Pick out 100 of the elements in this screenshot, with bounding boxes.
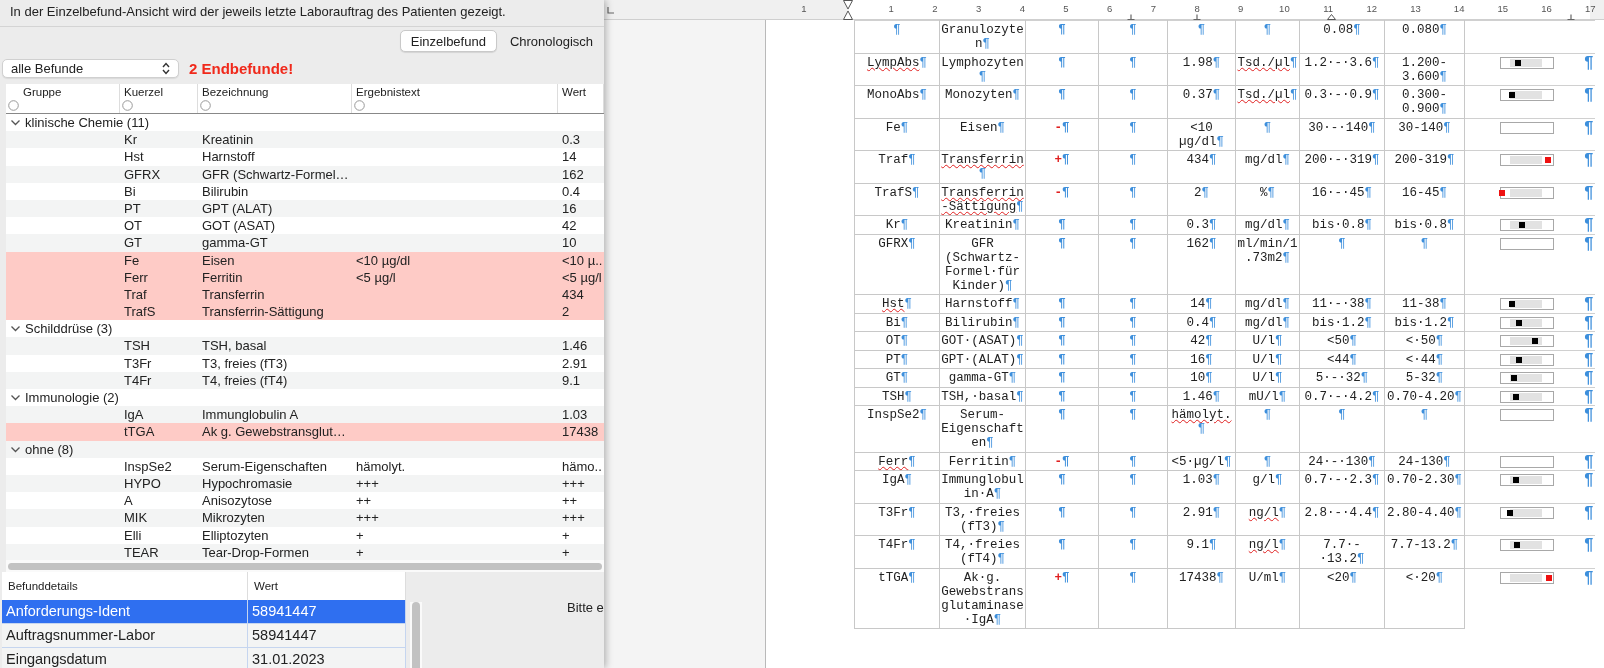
- pilcrow-mark: ¶: [1583, 334, 1594, 348]
- table-cell-text: +++: [561, 509, 586, 527]
- result-row[interactable]: Elli Elliptozyten + +: [6, 526, 604, 544]
- result-row[interactable]: InspSe2 Serum-Eigenschaften hämolyt. hämo..: [6, 457, 604, 475]
- table-cell: InspSe2¶: [854, 405, 940, 452]
- pilcrow-mark: ¶: [1583, 538, 1594, 552]
- view-tab[interactable]: Chronologisch: [498, 30, 604, 52]
- table-cell-text: Hypochromasie: [201, 474, 294, 493]
- table-cell: 30-140¶: [1384, 118, 1465, 151]
- table-cell: 16¶: [1167, 350, 1236, 369]
- result-row[interactable]: TSH TSH, basal 1.46: [6, 337, 604, 355]
- result-row[interactable]: TEAR Tear-Drop-Formen + +: [6, 543, 604, 560]
- view-tab[interactable]: Einzelbefund: [399, 30, 497, 52]
- pilcrow-mark: ¶: [1583, 236, 1594, 251]
- result-row[interactable]: tTGA Ak g. Gewebstransglut… 17438: [6, 423, 604, 441]
- result-row[interactable]: Bi Bilirubin 0.4: [6, 182, 604, 200]
- detail-row[interactable]: Anforderungs-Ident 58941447: [2, 600, 406, 624]
- table-cell-text: MIK: [123, 509, 149, 527]
- table-cell: Immunglobulin·A¶: [939, 470, 1026, 503]
- result-row[interactable]: T3Fr T3, freies (fT3) 2.91: [6, 354, 604, 372]
- range-bar: [1500, 121, 1554, 134]
- ruler-number: 5: [1063, 3, 1069, 14]
- range-bar: [1500, 409, 1554, 421]
- result-row[interactable]: A Anisozytose ++ ++: [6, 492, 604, 510]
- column-header[interactable]: Kuerzel: [122, 86, 197, 98]
- result-row[interactable]: T4Fr T4, freies (fT4) 9.1: [6, 371, 604, 389]
- table-cell: U/l¶: [1235, 350, 1300, 369]
- result-row[interactable]: OT GOT (ASAT) 42: [6, 217, 604, 235]
- column-header[interactable]: Ergebnistext: [354, 86, 557, 98]
- result-row[interactable]: PT GPT (ALAT) 16: [6, 199, 604, 218]
- pilcrow-mark: ¶: [1583, 352, 1594, 367]
- table-cell: 0.7·-·4.2¶: [1299, 387, 1385, 406]
- column-header[interactable]: Gruppe: [8, 86, 119, 98]
- table-cell-text: Transferrin-Sättigung: [201, 303, 325, 321]
- table-cell: 10¶: [1167, 368, 1236, 387]
- filter-dropdown[interactable]: alle Befunde: [2, 58, 179, 78]
- table-cell-text: T3Fr: [123, 354, 153, 372]
- table-cell: <50¶: [1299, 331, 1385, 350]
- table-cell: ¶: [1098, 470, 1168, 503]
- ruler-number: 11: [1323, 3, 1334, 14]
- column-header[interactable]: Wert: [560, 86, 603, 98]
- table-cell: ¶: [1235, 20, 1300, 53]
- table-cell: 58941447: [248, 624, 406, 647]
- table-cell-text: GFR (Schwartz-Formel…: [201, 165, 350, 183]
- tab-stop-icon: [607, 6, 615, 14]
- table-cell-text: Hst: [123, 148, 145, 166]
- table-cell: 1.46¶: [1167, 387, 1236, 406]
- table-cell: 42¶: [1167, 331, 1236, 350]
- table-cell-text: 2: [561, 303, 571, 321]
- table-cell-text: Mikrozyten: [201, 509, 266, 527]
- ruler-number: 10: [1279, 3, 1290, 14]
- detail-row[interactable]: Auftragsnummer-Labor 58941447: [2, 624, 406, 648]
- detail-row[interactable]: Eingangsdatum 31.01.2023: [2, 648, 406, 668]
- table-cell: U/l¶: [1235, 368, 1300, 387]
- table-cell: tTGA¶: [854, 568, 940, 629]
- table-cell: TSH,·basal¶: [939, 387, 1026, 406]
- table-cell: ¶: [1235, 405, 1300, 452]
- table-cell: U/ml¶: [1235, 568, 1300, 629]
- group-label: ohne (8): [25, 440, 74, 458]
- ruler-number: 15: [1497, 3, 1509, 14]
- table-cell: ¶: [1098, 331, 1168, 350]
- table-cell-text: Anisozytose: [201, 492, 274, 510]
- table-cell-text: Tear-Drop-Formen: [201, 543, 310, 560]
- pilcrow-mark: ¶: [1583, 454, 1594, 469]
- table-cell: gamma-GT¶: [939, 368, 1026, 387]
- result-row[interactable]: MIK Mikrozyten +++ +++: [6, 509, 604, 527]
- result-row[interactable]: IgA Immunglobulin A 1.03: [6, 406, 604, 424]
- ruler-number: 17: [1584, 3, 1596, 14]
- scrollbar-thumb[interactable]: [412, 602, 420, 668]
- table-cell: 30·-·140¶: [1299, 118, 1385, 151]
- table-cell: -¶: [1025, 452, 1099, 471]
- table-cell: ng/l¶: [1235, 535, 1300, 568]
- column-header[interactable]: Bezeichnung: [200, 86, 351, 98]
- table-cell: 11-38¶: [1384, 294, 1465, 313]
- table-cell: +¶: [1025, 150, 1099, 183]
- ruler-number: 7: [1150, 3, 1156, 14]
- table-cell: ¶: [1025, 368, 1099, 387]
- ruler-number: 2: [932, 3, 938, 14]
- table-cell: ¶: [1098, 85, 1168, 118]
- table-cell: LympAbs¶: [854, 53, 940, 86]
- ruler-number: 1: [801, 3, 807, 14]
- table-cell: 0.3¶: [1167, 215, 1236, 234]
- table-cell: <·50¶: [1384, 331, 1465, 350]
- table-cell-text: +: [561, 543, 571, 560]
- result-row[interactable]: Hst Harnstoff 14: [6, 148, 604, 166]
- table-cell-text: Fe: [123, 251, 141, 269]
- table-cell: 200-319¶: [1384, 150, 1465, 183]
- result-row[interactable]: GT gamma-GT 10: [6, 234, 604, 252]
- scrollbar-thumb[interactable]: [8, 562, 602, 570]
- table-cell-text: Eisen: [201, 251, 236, 269]
- result-row[interactable]: HYPO Hypochromasie +++ +++: [6, 474, 604, 493]
- result-row[interactable]: GFRX GFR (Schwartz-Formel… 162: [6, 165, 604, 183]
- result-row[interactable]: TrafS Transferrin-Sättigung 2: [6, 303, 604, 321]
- table-cell-text: GPT (ALAT): [201, 199, 274, 218]
- table-cell: bis·1.2¶: [1384, 313, 1465, 332]
- table-cell: Kreatinin¶: [939, 215, 1026, 234]
- table-cell: ¶: [1025, 294, 1099, 313]
- result-row[interactable]: Kr Kreatinin 0.3: [6, 131, 604, 149]
- table-cell: U/l¶: [1235, 331, 1300, 350]
- indent-marker-icon[interactable]: [842, 0, 853, 20]
